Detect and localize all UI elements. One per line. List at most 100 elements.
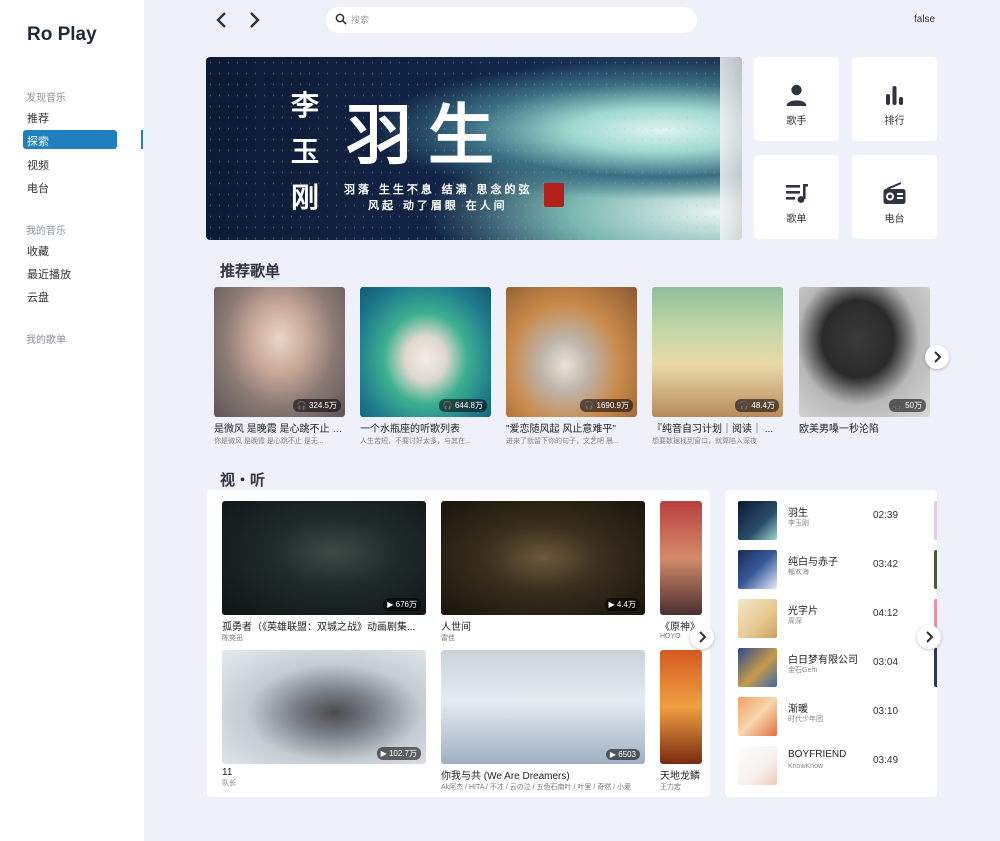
playlist-card[interactable]: 🎧 1690.9万 "爱恋随风起 风止意难平" 进来了就留下你的句子，文艺吧 晨… bbox=[506, 287, 637, 446]
video-card[interactable]: ▶ 6503 你我与共 (We Are Dreamers) Ak阿杰 / HIT… bbox=[441, 650, 645, 792]
video-thumbnail: ▶ 4.4万 bbox=[441, 501, 645, 615]
back-button[interactable] bbox=[212, 10, 232, 30]
song-artist: 金石Gem bbox=[788, 667, 818, 674]
song-panel: 羽生 李玉刚 02:39 纯白与赤子 郁欢海 03:42 光字片 周深 04:1… bbox=[725, 490, 937, 797]
banner[interactable]: 李玉刚 羽生 羽落 生生不息 结满 思念的弦 风起 动了眉眼 在人间 bbox=[206, 57, 742, 240]
video-author: 雷佳 bbox=[441, 635, 455, 642]
tile-playlists[interactable]: 歌单 bbox=[754, 155, 839, 239]
video-title: 天地龙鳞 bbox=[660, 771, 700, 782]
playlist-card[interactable]: 🎧 324.5万 是微风 是晚霞 是心跳不止 是无... 你是微风 是晚霞 是心… bbox=[214, 287, 345, 446]
songs-next-button[interactable] bbox=[917, 625, 941, 649]
song-name: 渐暖 bbox=[788, 704, 808, 715]
playlist-name: 『纯音自习计划｜阅读｜ ... bbox=[652, 424, 774, 435]
sidebar-item-recent[interactable]: 最近播放 bbox=[27, 266, 71, 282]
playlist-name: 一个水瓶座的听歌列表 bbox=[360, 424, 460, 435]
song-cover bbox=[738, 648, 777, 687]
video-thumbnail: ▶ 676万 bbox=[222, 501, 426, 615]
song-name: 光字片 bbox=[788, 606, 818, 617]
banner-lyric-1: 羽落 生生不息 结满 思念的弦 bbox=[344, 183, 533, 196]
bar-chart-icon bbox=[886, 86, 903, 105]
song-artist: 郁欢海 bbox=[788, 569, 809, 576]
video-card[interactable]: 《原神》 HOYO bbox=[660, 501, 702, 640]
tile-singers[interactable]: 歌手 bbox=[754, 57, 839, 141]
playlist-card[interactable]: 🎧 50万 欧美男嗓一秒沦陷 bbox=[799, 287, 930, 436]
radio-icon bbox=[883, 182, 906, 204]
view-count: ▶ 6503 bbox=[605, 749, 640, 760]
song-cover bbox=[738, 746, 777, 785]
song-duration: 03:04 bbox=[873, 657, 899, 668]
playlist-icon bbox=[786, 184, 808, 203]
playlist-cover: 🎧 50万 bbox=[799, 287, 930, 417]
sidebar-item-radio[interactable]: 电台 bbox=[27, 180, 49, 196]
play-count: 🎧 48.4万 bbox=[735, 399, 779, 412]
tile-label: 歌手 bbox=[786, 116, 807, 127]
discover-section-title: 发现音乐 bbox=[26, 93, 66, 104]
song-artist: KnowKnow bbox=[788, 763, 824, 770]
forward-button[interactable] bbox=[244, 10, 264, 30]
video-author: Ak阿杰 / HITA / 不才 / 云の泣 / 五色石南叶 / 叶里 / 奇然… bbox=[441, 784, 632, 791]
sidebar-item-cloud[interactable]: 云盘 bbox=[27, 289, 49, 305]
banner-title: 羽生 bbox=[346, 96, 510, 174]
sidebar-item-explore[interactable]: 探索 bbox=[23, 130, 117, 149]
playlist-desc: 你是微风 是晚霞 是心跳不止 是无... bbox=[214, 438, 324, 445]
videos-next-button[interactable] bbox=[690, 625, 714, 649]
playlist-desc: 人生苦短，不要讨好太多，与其在... bbox=[360, 438, 471, 445]
person-icon bbox=[786, 84, 807, 106]
video-title: 11 bbox=[222, 767, 233, 778]
video-panel: ▶ 676万 孤勇者（《英雄联盟：双城之战》动画剧集... 陈奕迅 ▶ 4.4万… bbox=[207, 490, 710, 797]
sidebar-item-favorites[interactable]: 收藏 bbox=[27, 243, 49, 259]
song-row[interactable]: 光字片 周深 04:12 bbox=[738, 599, 937, 639]
playlists-next-button[interactable] bbox=[925, 345, 949, 369]
song-name: 羽生 bbox=[788, 508, 808, 519]
song-artist: 周深 bbox=[788, 618, 802, 625]
my-playlists-section-title[interactable]: 我的歌单 bbox=[26, 331, 66, 346]
playlist-name: 欧美男嗓一秒沦陷 bbox=[799, 424, 879, 435]
sidebar-item-recommend[interactable]: 推荐 bbox=[27, 110, 49, 126]
top-right-status: false bbox=[914, 14, 936, 25]
song-cover bbox=[738, 599, 777, 638]
song-name: BOYFRIEND bbox=[788, 749, 847, 760]
playlist-cover: 🎧 324.5万 bbox=[214, 287, 345, 417]
chevron-right-icon bbox=[926, 631, 934, 643]
app-logo: Ro Play bbox=[27, 24, 97, 45]
video-card[interactable]: ▶ 676万 孤勇者（《英雄联盟：双城之战》动画剧集... 陈奕迅 bbox=[222, 501, 426, 643]
playlist-name: "爱恋随风起 风止意难平" bbox=[506, 424, 616, 435]
play-count: 🎧 1690.9万 bbox=[580, 399, 633, 412]
song-row[interactable]: 白日梦有限公司 金石Gem 03:04 bbox=[738, 648, 937, 688]
view-count: ▶ 102.7万 bbox=[376, 747, 421, 760]
tile-radio[interactable]: 电台 bbox=[852, 155, 937, 239]
song-duration: 03:10 bbox=[873, 706, 899, 717]
song-duration: 03:49 bbox=[873, 755, 899, 766]
song-edge-preview bbox=[934, 550, 937, 589]
videos-title: 视・听 bbox=[220, 472, 266, 489]
chevron-right-icon bbox=[699, 631, 707, 643]
playlist-name: 是微风 是晚霞 是心跳不止 是无... bbox=[214, 424, 345, 435]
song-cover bbox=[738, 550, 777, 589]
recommended-title: 推荐歌单 bbox=[220, 263, 281, 280]
sidebar-item-video[interactable]: 视频 bbox=[27, 157, 49, 173]
video-card[interactable]: ▶ 102.7万 11 队长 bbox=[222, 650, 426, 788]
song-duration: 03:42 bbox=[873, 559, 899, 570]
chevron-right-icon bbox=[250, 12, 260, 28]
tile-charts[interactable]: 排行 bbox=[852, 57, 937, 141]
playlist-cover: 🎧 48.4万 bbox=[652, 287, 783, 417]
video-thumbnail bbox=[660, 650, 702, 764]
playlist-cover: 🎧 1690.9万 bbox=[506, 287, 637, 417]
song-row[interactable]: 渐暖 时代少年团 03:10 bbox=[738, 697, 928, 737]
video-thumbnail bbox=[660, 501, 702, 615]
song-row[interactable]: 羽生 李玉刚 02:39 bbox=[738, 501, 937, 541]
play-count: 🎧 644.8万 bbox=[438, 399, 487, 412]
video-card[interactable]: 天地龙鳞 王力宏 bbox=[660, 650, 702, 792]
song-cover bbox=[738, 501, 777, 540]
song-duration: 04:12 bbox=[873, 608, 899, 619]
search-input[interactable] bbox=[351, 11, 681, 29]
video-thumbnail: ▶ 102.7万 bbox=[222, 650, 426, 764]
playlist-card[interactable]: 🎧 644.8万 一个水瓶座的听歌列表 人生苦短，不要讨好太多，与其在... bbox=[360, 287, 491, 446]
song-row[interactable]: 纯白与赤子 郁欢海 03:42 bbox=[738, 550, 937, 590]
video-card[interactable]: ▶ 4.4万 人世间 雷佳 bbox=[441, 501, 645, 643]
play-count: 🎧 50万 bbox=[888, 399, 926, 412]
my-music-section-title: 我的音乐 bbox=[26, 226, 66, 237]
playlist-card[interactable]: 🎧 48.4万 『纯音自习计划｜阅读｜ ... 想要数据找到窗口，就算陷入深夜 bbox=[652, 287, 783, 446]
song-row[interactable]: BOYFRIEND KnowKnow 03:49 bbox=[738, 746, 928, 786]
playlist-desc: 想要数据找到窗口，就算陷入深夜 bbox=[652, 438, 757, 445]
